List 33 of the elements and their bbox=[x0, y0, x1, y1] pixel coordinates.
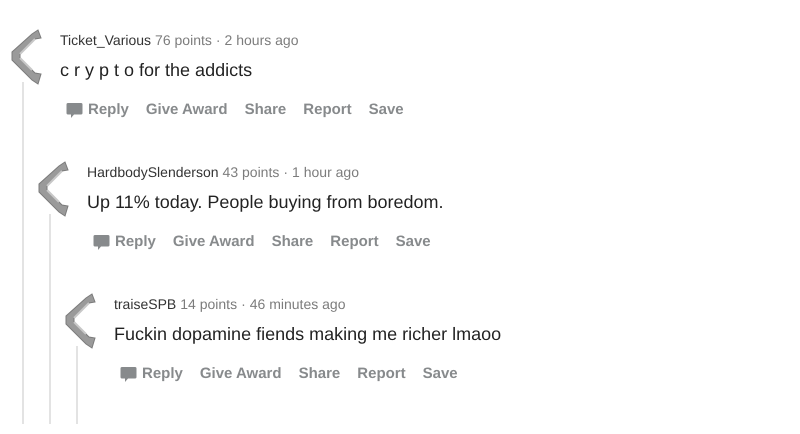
username-link[interactable]: HardbodySlenderson bbox=[87, 163, 219, 181]
action-button[interactable]: Share bbox=[298, 364, 340, 384]
reply-button[interactable]: Reply bbox=[120, 364, 183, 384]
action-button[interactable]: Give Award bbox=[200, 364, 282, 384]
action-button[interactable]: Save bbox=[422, 364, 458, 384]
username-link[interactable]: Ticket_Various bbox=[60, 31, 152, 49]
comment-icon bbox=[93, 234, 110, 250]
comment-time: 2 hours ago bbox=[224, 31, 298, 49]
action-button[interactable]: Share bbox=[244, 100, 286, 120]
points-count: 14 points bbox=[180, 295, 238, 313]
username-link[interactable]: traiseSPB bbox=[114, 295, 176, 313]
separator-dot: · bbox=[216, 31, 221, 49]
comment-text: c r y p t o for the addicts bbox=[60, 59, 254, 81]
comment-text: Up 11% today. People buying from boredom. bbox=[87, 191, 444, 213]
action-button[interactable]: Report bbox=[357, 364, 406, 384]
separator-dot: · bbox=[283, 163, 288, 181]
action-button[interactable]: Report bbox=[330, 232, 379, 252]
reply-button[interactable]: Reply bbox=[66, 100, 129, 120]
action-button[interactable]: Save bbox=[396, 232, 431, 252]
comment-text: Fuckin dopamine fiends making me richer lmaoo bbox=[114, 323, 502, 345]
points-count: 76 points bbox=[155, 31, 212, 49]
action-button[interactable]: Share bbox=[272, 232, 314, 252]
points-count: 43 points bbox=[222, 163, 280, 181]
action-button[interactable]: Save bbox=[368, 100, 404, 120]
comment-time: 46 minutes ago bbox=[250, 295, 346, 313]
comment-icon bbox=[66, 102, 83, 118]
action-button[interactable]: Give Award bbox=[146, 100, 228, 120]
comment-time: 1 hour ago bbox=[292, 163, 359, 181]
comment-icon bbox=[120, 366, 137, 382]
separator-dot: · bbox=[241, 295, 246, 313]
action-button[interactable]: Report bbox=[303, 100, 352, 120]
action-button[interactable]: Give Award bbox=[172, 232, 255, 252]
reply-button[interactable]: Reply bbox=[93, 232, 156, 252]
